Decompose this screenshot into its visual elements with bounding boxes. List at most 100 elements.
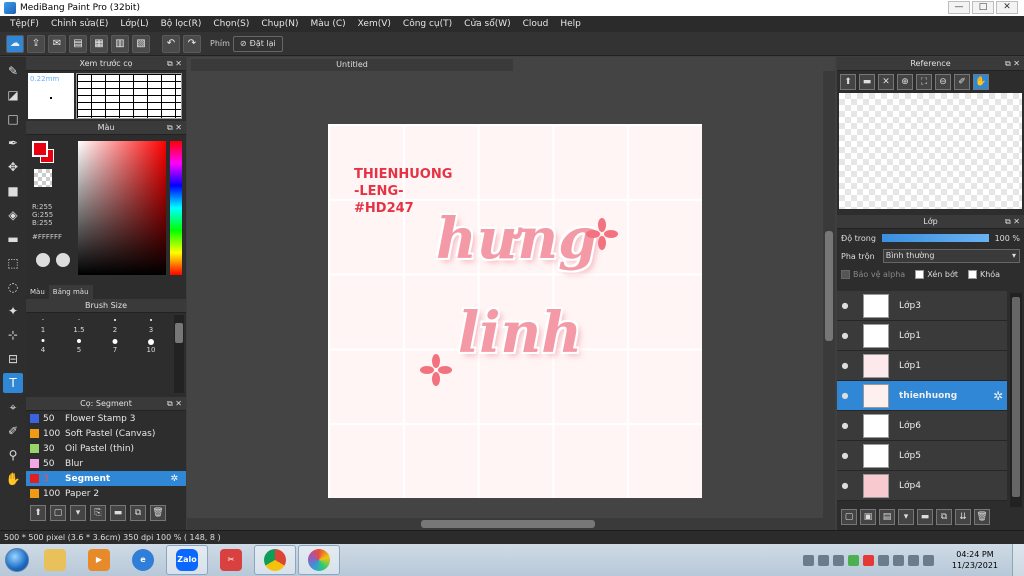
move-tool-icon[interactable]: ✥ — [3, 157, 23, 177]
trash-icon[interactable]: 🗑 — [150, 505, 166, 521]
layer-row[interactable]: ● Lớp5 — [837, 441, 1007, 471]
volume-icon[interactable] — [922, 554, 934, 566]
clipping-checkbox[interactable]: Xén bớt — [915, 269, 958, 279]
bucket-tool-icon[interactable]: ◈ — [3, 205, 23, 225]
brush-size-cell[interactable]: 7 — [100, 335, 130, 355]
dropper-tool-icon[interactable]: ✐ — [3, 421, 23, 441]
folder-icon[interactable]: ▬ — [917, 509, 933, 525]
layer-row[interactable]: ● Lớp3 — [837, 291, 1007, 321]
undo-icon[interactable]: ↶ — [162, 34, 180, 53]
tray-icon[interactable] — [847, 554, 859, 566]
tray-icon[interactable] — [862, 554, 874, 566]
brush-menu-icon[interactable]: ▾ — [70, 505, 86, 521]
comment-icon[interactable]: ✉ — [48, 34, 66, 53]
magic-wand-tool-icon[interactable]: ✦ — [3, 301, 23, 321]
brush-item[interactable]: 30 Oil Pastel (thin) — [26, 441, 186, 456]
duplicate-icon[interactable]: ⧉ — [130, 505, 146, 521]
tab-palette[interactable]: Bảng màu — [48, 285, 93, 299]
canvas-artwork[interactable]: THIENHUONG -LENG- #HD247 hưng linh — [328, 124, 702, 498]
fill-rect-tool-icon[interactable]: ■ — [3, 181, 23, 201]
tray-icon[interactable] — [877, 554, 889, 566]
menu-select[interactable]: Chọn(S) — [207, 19, 255, 29]
taskbar-chrome[interactable] — [254, 545, 296, 575]
new-8bit-layer-icon[interactable]: ▤ — [879, 509, 895, 525]
page-icon[interactable]: ▤ — [69, 34, 87, 53]
hue-slider[interactable] — [170, 141, 182, 275]
brush-copy-icon[interactable]: ⎘ — [90, 505, 106, 521]
grid-icon[interactable]: ▥ — [111, 34, 129, 53]
new-layer-icon[interactable]: ▢ — [841, 509, 857, 525]
menu-capture[interactable]: Chụp(N) — [255, 19, 304, 29]
fit-icon[interactable]: ⛶ — [916, 74, 932, 90]
layer-row-selected[interactable]: ● thienhuong ✲ — [837, 381, 1007, 411]
menu-edit[interactable]: Chỉnh sửa(E) — [45, 19, 114, 29]
maximize-button[interactable]: □ — [972, 1, 994, 14]
layer-row[interactable]: ● Lớp1 — [837, 321, 1007, 351]
brush-item-selected[interactable]: 3 Segment ✲ — [26, 471, 186, 486]
select-rect-tool-icon[interactable]: ⬚ — [3, 253, 23, 273]
close-button[interactable]: ✕ — [996, 1, 1018, 14]
visibility-icon[interactable]: ● — [837, 451, 853, 460]
gear-icon[interactable]: ✲ — [993, 389, 1003, 403]
layer-menu-icon[interactable]: ▾ — [898, 509, 914, 525]
hand-tool-icon[interactable]: ✋ — [3, 469, 23, 489]
reference-image[interactable] — [839, 93, 1022, 209]
zoom-in-icon[interactable]: ⊕ — [897, 74, 913, 90]
brush-size-cell[interactable]: 10 — [136, 335, 166, 355]
taskbar-snipping[interactable]: ✂ — [210, 545, 252, 575]
brush-item[interactable]: 50 Blur — [26, 456, 186, 471]
hand-icon[interactable]: ✋ — [973, 74, 989, 90]
pen-tool-icon[interactable]: ✒ — [3, 133, 23, 153]
transparent-color-swatch[interactable] — [34, 169, 52, 187]
brush-size-scrollbar[interactable] — [174, 315, 184, 393]
opacity-slider[interactable] — [881, 234, 989, 242]
trash-icon[interactable]: 🗑 — [974, 509, 990, 525]
document-tab[interactable]: Untitled — [191, 59, 513, 71]
upload-icon[interactable]: ⬆ — [840, 74, 856, 90]
menu-filter[interactable]: Bộ lọc(R) — [155, 19, 208, 29]
gradient-tool-icon[interactable]: ▬ — [3, 229, 23, 249]
palette-add-icon[interactable] — [56, 253, 70, 267]
palette-icon[interactable] — [36, 253, 50, 267]
brush-size-cell[interactable]: 1.5 — [64, 315, 94, 335]
tray-icon[interactable] — [802, 554, 814, 566]
menu-tools[interactable]: Công cụ(T) — [397, 19, 458, 29]
panel-float-close-icon[interactable]: ⧉ ✕ — [1005, 215, 1020, 229]
taskbar-ie[interactable]: e — [122, 545, 164, 575]
cloud-brush-icon[interactable]: ⬆ — [30, 505, 46, 521]
merge-icon[interactable]: ⇊ — [955, 509, 971, 525]
layer-row[interactable]: ● Lớp1 — [837, 351, 1007, 381]
cloud-icon[interactable]: ☁ — [6, 34, 24, 53]
brush-item[interactable]: 100 Soft Pastel (Canvas) — [26, 426, 186, 441]
canvas-vertical-scrollbar[interactable] — [823, 71, 835, 518]
tray-icon[interactable] — [892, 554, 904, 566]
visibility-icon[interactable]: ● — [837, 391, 853, 400]
visibility-icon[interactable]: ● — [837, 481, 853, 490]
brush-size-cell[interactable]: 2 — [100, 315, 130, 335]
visibility-icon[interactable]: ● — [837, 421, 853, 430]
layer-scrollbar[interactable] — [1010, 293, 1022, 507]
tray-icon[interactable] — [832, 554, 844, 566]
menu-cloud[interactable]: Cloud — [517, 19, 555, 29]
document-icon[interactable]: ▦ — [90, 34, 108, 53]
protect-alpha-checkbox[interactable]: Bảo vệ alpha — [841, 269, 905, 279]
select-erase-tool-icon[interactable]: ⊟ — [3, 349, 23, 369]
redo-icon[interactable]: ↷ — [183, 34, 201, 53]
brush-tool-icon[interactable]: ✎ — [3, 61, 23, 81]
taskbar-medibang[interactable] — [298, 545, 340, 575]
eraser-tool-icon[interactable]: ◪ — [3, 85, 23, 105]
taskbar-explorer[interactable] — [34, 545, 76, 575]
show-desktop-button[interactable] — [1012, 544, 1024, 576]
tile-icon[interactable]: ▧ — [132, 34, 150, 53]
duplicate-icon[interactable]: ⧉ — [936, 509, 952, 525]
canvas-horizontal-scrollbar[interactable] — [187, 518, 835, 530]
start-button[interactable] — [0, 545, 34, 575]
folder-icon[interactable]: ▬ — [859, 74, 875, 90]
select-pen-tool-icon[interactable]: ⊹ — [3, 325, 23, 345]
panel-float-close-icon[interactable]: ⧉ ✕ — [1005, 57, 1020, 71]
eyedropper-tool-icon[interactable]: ⚲ — [3, 445, 23, 465]
close-icon[interactable]: ✕ — [878, 74, 894, 90]
visibility-icon[interactable]: ● — [837, 301, 853, 310]
brush-item[interactable]: 100 Paper 2 — [26, 486, 186, 501]
panel-float-close-icon[interactable]: ⧉ ✕ — [167, 121, 182, 135]
